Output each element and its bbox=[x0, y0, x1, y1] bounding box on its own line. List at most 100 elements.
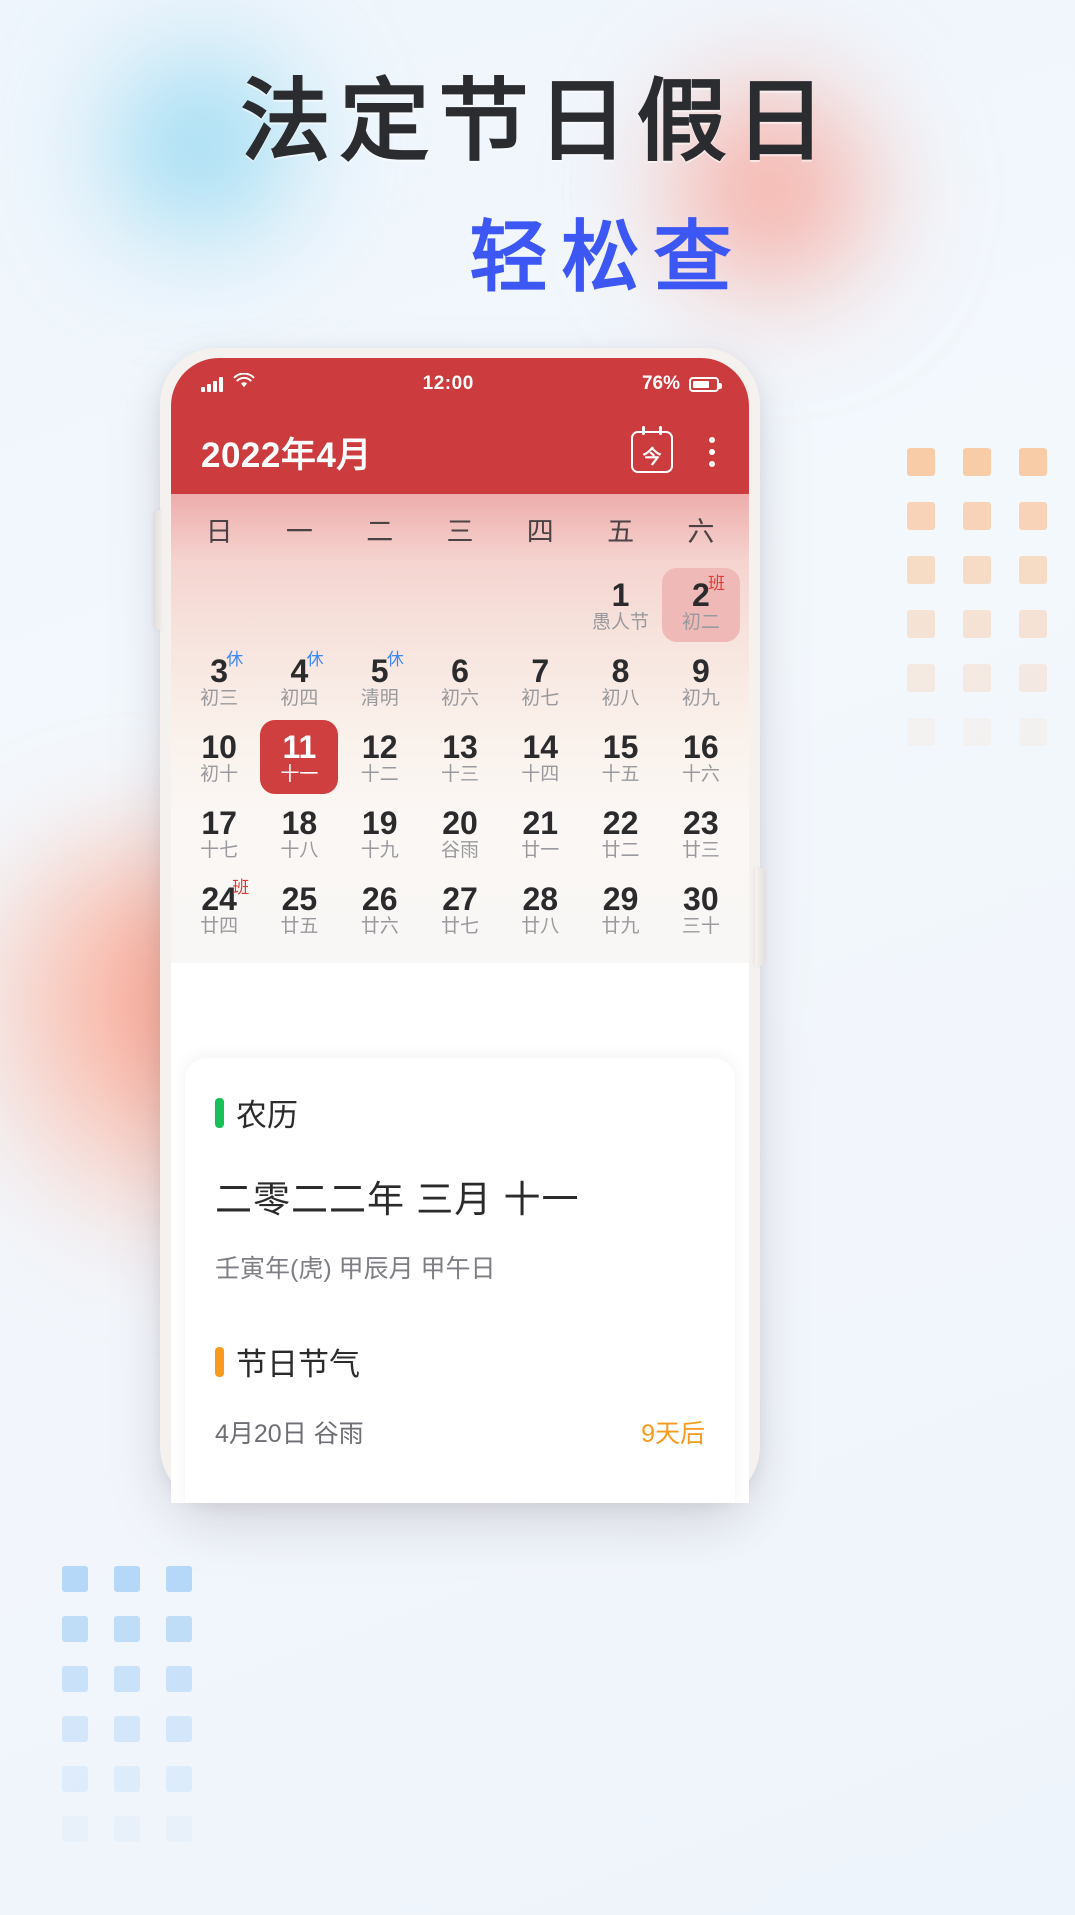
day-badge-班: 班 bbox=[707, 574, 725, 593]
day-number: 13 bbox=[442, 728, 478, 765]
day-lunar-label: 廿八 bbox=[521, 915, 560, 937]
calendar-day-6[interactable]: 6 初六 bbox=[420, 643, 500, 719]
decor-dot bbox=[1019, 448, 1047, 476]
decor-dot bbox=[166, 1816, 192, 1842]
lunar-accent-bar bbox=[215, 1097, 224, 1128]
calendar-day-9[interactable]: 9 初九 bbox=[661, 643, 741, 719]
day-lunar-label: 初六 bbox=[440, 687, 479, 709]
calendar-day-29[interactable]: 29 廿九 bbox=[580, 871, 660, 947]
day-detail-card: 农历 二零二二年 三月 十一 壬寅年(虎) 甲辰月 甲午日 节日节气 4月20日… bbox=[185, 1058, 735, 1503]
day-lunar-label: 十六 bbox=[681, 763, 720, 785]
festival-section-title: 节日节气 bbox=[236, 1347, 360, 1382]
day-lunar-label: 廿七 bbox=[440, 915, 479, 937]
day-number: 1 bbox=[611, 576, 630, 613]
decor-dot bbox=[907, 556, 935, 584]
calendar-grid[interactable]: 1 愚人节 2 初二班 3 初三休 4 初四休 5 清明休 6 初六 7 初七 8 初八 9 初九 10 初十 11 十一… bbox=[171, 563, 749, 963]
decor-dot bbox=[166, 1566, 192, 1592]
calendar-day-8[interactable]: 8 初八 bbox=[580, 643, 660, 719]
calendar-day-12[interactable]: 12 十二 bbox=[340, 719, 420, 795]
calendar-day-10[interactable]: 10 初十 bbox=[179, 719, 259, 795]
decor-dot bbox=[907, 448, 935, 476]
day-lunar-label: 三十 bbox=[681, 915, 720, 937]
lunar-ganzhi-text: 壬寅年(虎) 甲辰月 甲午日 bbox=[215, 1255, 496, 1283]
calendar-day-21[interactable]: 21 廿一 bbox=[500, 795, 580, 871]
calendar-day-18[interactable]: 18 十八 bbox=[259, 795, 339, 871]
decor-dot bbox=[166, 1766, 192, 1792]
calendar-day-26[interactable]: 26 廿六 bbox=[340, 871, 420, 947]
weekday-header-row: 日一二三四五六 bbox=[171, 494, 749, 563]
day-number: 20 bbox=[442, 804, 478, 841]
day-number: 29 bbox=[602, 880, 639, 917]
decor-dot bbox=[1019, 502, 1047, 530]
weekday-label-2: 二 bbox=[366, 517, 394, 547]
page-title: 2022年4月 bbox=[201, 435, 372, 475]
phone-mockup: 12:00 76% 2022年4月 今 日一二三四五六 1 愚人节 2 初二班 3 初三休… bbox=[154, 348, 766, 1503]
calendar-day-17[interactable]: 17 十七 bbox=[179, 795, 259, 871]
day-number: 22 bbox=[602, 804, 639, 841]
day-number: 21 bbox=[522, 804, 559, 841]
calendar-day-7[interactable]: 7 初七 bbox=[500, 643, 580, 719]
day-number: 9 bbox=[691, 652, 710, 689]
calendar-day-27[interactable]: 27 廿七 bbox=[420, 871, 500, 947]
phone-side-button-right[interactable] bbox=[755, 868, 766, 966]
day-lunar-label: 初十 bbox=[200, 763, 239, 785]
day-number: 15 bbox=[602, 728, 639, 765]
day-number: 26 bbox=[361, 880, 398, 917]
decor-dot bbox=[963, 448, 991, 476]
calendar-day-23[interactable]: 23 廿三 bbox=[661, 795, 741, 871]
day-number: 8 bbox=[611, 652, 630, 689]
decor-dot bbox=[963, 718, 991, 746]
decor-blob-cyan bbox=[95, 40, 325, 270]
calendar-day-3[interactable]: 3 初三休 bbox=[179, 643, 259, 719]
calendar-day-15[interactable]: 15 十五 bbox=[580, 719, 660, 795]
calendar-day-13[interactable]: 13 十三 bbox=[420, 719, 500, 795]
calendar-day-11[interactable]: 11 十一 bbox=[259, 719, 339, 795]
day-number: 27 bbox=[442, 880, 478, 917]
calendar-day-25[interactable]: 25 廿五 bbox=[259, 871, 339, 947]
day-number: 14 bbox=[522, 728, 559, 765]
calendar-day-4[interactable]: 4 初四休 bbox=[259, 643, 339, 719]
decor-dot bbox=[963, 502, 991, 530]
festival-row[interactable]: 4月20日 谷雨 9天后 bbox=[215, 1414, 705, 1450]
day-lunar-label: 十五 bbox=[601, 763, 640, 785]
phone-side-button-left[interactable] bbox=[154, 510, 165, 630]
calendar-day-2[interactable]: 2 初二班 bbox=[661, 567, 741, 643]
calendar-day-30[interactable]: 30 三十 bbox=[661, 871, 741, 947]
decor-dot bbox=[114, 1716, 140, 1742]
calendar-day-5[interactable]: 5 清明休 bbox=[340, 643, 420, 719]
calendar-day-16[interactable]: 16 十六 bbox=[661, 719, 741, 795]
overflow-menu-icon[interactable] bbox=[705, 433, 719, 471]
day-lunar-label: 初七 bbox=[521, 687, 560, 709]
decor-dot bbox=[62, 1566, 88, 1592]
day-number: 10 bbox=[201, 728, 237, 765]
calendar-day-24[interactable]: 24 廿四班 bbox=[179, 871, 259, 947]
day-badge-休: 休 bbox=[306, 650, 324, 669]
calendar-day-22[interactable]: 22 廿二 bbox=[580, 795, 660, 871]
calendar-day-20[interactable]: 20 谷雨 bbox=[420, 795, 500, 871]
calendar-day-1[interactable]: 1 愚人节 bbox=[580, 567, 660, 643]
calendar-day-14[interactable]: 14 十四 bbox=[500, 719, 580, 795]
lunar-section-title: 农历 bbox=[236, 1098, 298, 1133]
festival-name: 4月20日 谷雨 bbox=[215, 1420, 364, 1448]
battery-percent-label: 76% bbox=[641, 373, 680, 394]
calendar-today-icon[interactable]: 今 bbox=[631, 426, 673, 473]
day-number: 25 bbox=[281, 880, 318, 917]
decor-dot-grid-blue bbox=[62, 1566, 192, 1842]
decor-dot bbox=[62, 1616, 88, 1642]
today-icon-label: 今 bbox=[642, 446, 662, 468]
calendar-week-row: 10 初十 11 十一 12 十二 13 十三 14 十四 15 十五 16 十六 bbox=[179, 719, 741, 795]
decor-dot bbox=[1019, 718, 1047, 746]
day-lunar-label: 十二 bbox=[360, 763, 399, 785]
decor-dot bbox=[62, 1666, 88, 1692]
day-lunar-label: 十八 bbox=[280, 839, 319, 861]
calendar-day-28[interactable]: 28 廿八 bbox=[500, 871, 580, 947]
decor-dot bbox=[62, 1816, 88, 1842]
day-lunar-label: 愚人节 bbox=[592, 611, 650, 633]
calendar-day-19[interactable]: 19 十九 bbox=[340, 795, 420, 871]
day-lunar-label: 廿三 bbox=[681, 839, 720, 861]
lunar-date-main: 二零二二年 三月 十一 bbox=[215, 1179, 580, 1220]
day-number: 7 bbox=[531, 652, 550, 689]
wifi-icon bbox=[233, 372, 255, 395]
decor-blob-red bbox=[640, 60, 900, 320]
day-number: 6 bbox=[451, 652, 469, 689]
